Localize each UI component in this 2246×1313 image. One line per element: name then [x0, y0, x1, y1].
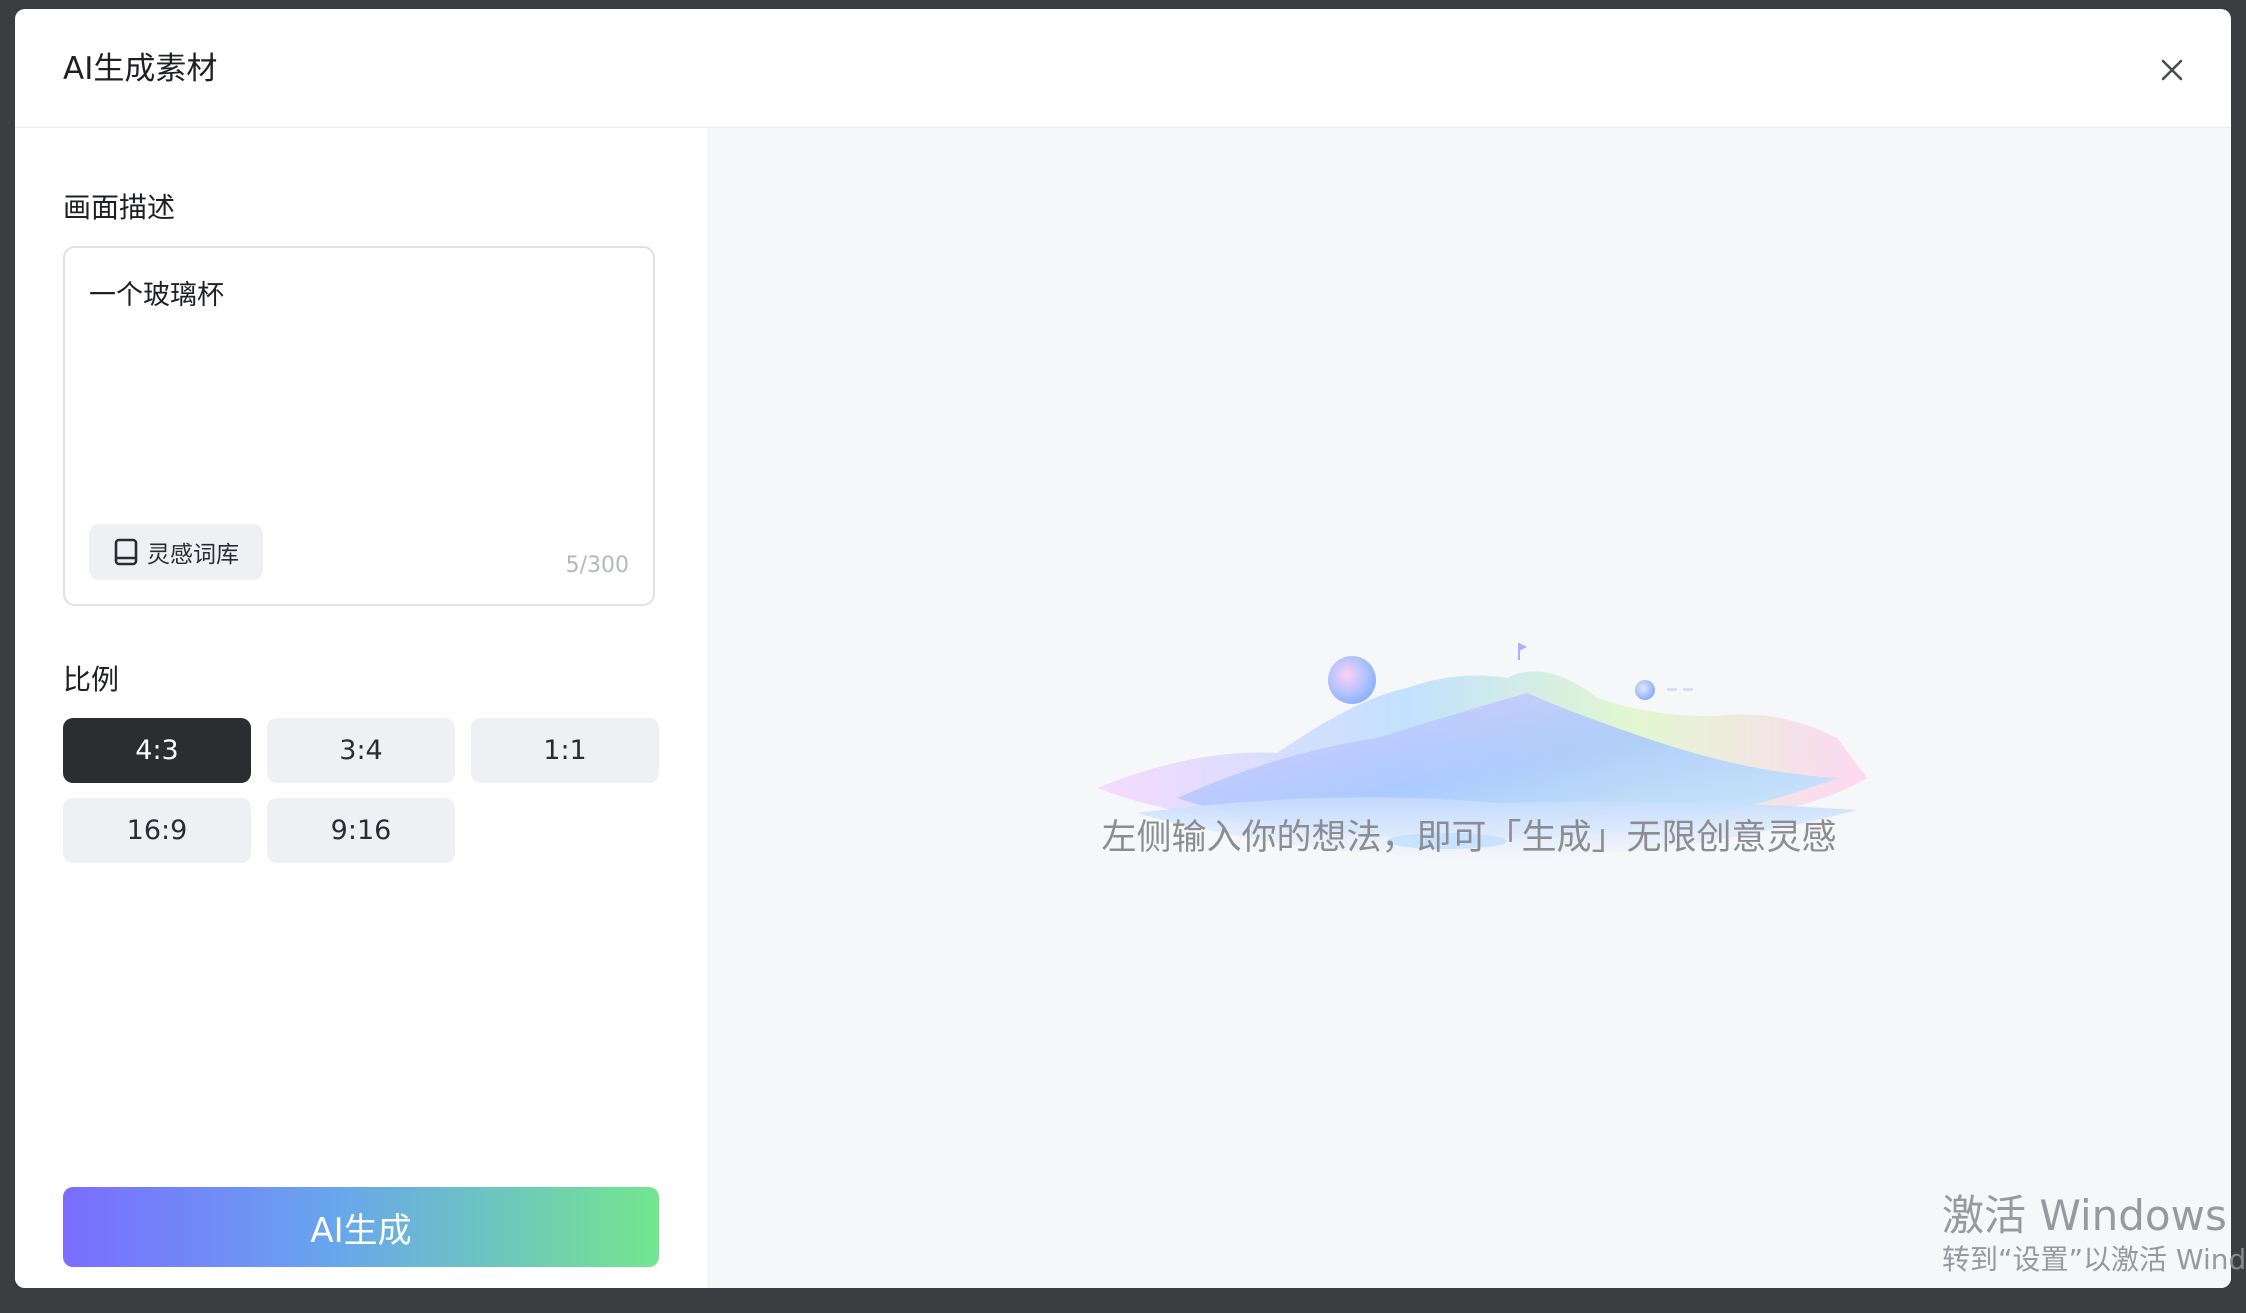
description-label: 画面描述	[63, 191, 176, 224]
empty-state-hint: 左侧输入你的想法，即可「生成」无限创意灵感	[1101, 818, 1837, 858]
inspiration-library-button[interactable]: 灵感词库	[89, 524, 263, 580]
close-icon	[2161, 59, 2183, 81]
ai-generate-button[interactable]: AI生成	[63, 1187, 659, 1267]
ai-generate-dialog: AI生成素材 画面描述 一个玻璃杯 灵感词库 5/300 比例 4:3 3:4 …	[15, 9, 2231, 1288]
ratio-option-3-4[interactable]: 3:4	[267, 718, 455, 783]
description-textarea[interactable]: 一个玻璃杯 灵感词库 5/300	[63, 246, 655, 606]
preview-panel: 左侧输入你的想法，即可「生成」无限创意灵感	[707, 128, 2231, 1288]
watermark-title: 激活 Windows	[1942, 1191, 2227, 1240]
inspiration-library-label: 灵感词库	[147, 542, 239, 568]
windows-activation-watermark: 激活 Windows 转到“设置”以激活 Windo	[1942, 1190, 2246, 1278]
ratio-label: 比例	[63, 663, 120, 696]
settings-panel: 画面描述 一个玻璃杯 灵感词库 5/300 比例 4:3 3:4 1:1 16:…	[15, 128, 707, 1288]
description-value[interactable]: 一个玻璃杯	[89, 278, 224, 314]
dialog-title: AI生成素材	[63, 51, 218, 87]
dialog-header: AI生成素材	[15, 9, 2231, 128]
ratio-option-4-3[interactable]: 4:3	[63, 718, 251, 783]
ratio-option-16-9[interactable]: 16:9	[63, 798, 251, 863]
ratio-option-1-1[interactable]: 1:1	[471, 718, 659, 783]
ratio-option-9-16[interactable]: 9:16	[267, 798, 455, 863]
book-icon	[114, 538, 138, 566]
char-count: 5/300	[565, 553, 629, 578]
watermark-subtitle: 转到“设置”以激活 Windo	[1942, 1243, 2246, 1276]
close-button[interactable]	[2157, 55, 2187, 85]
